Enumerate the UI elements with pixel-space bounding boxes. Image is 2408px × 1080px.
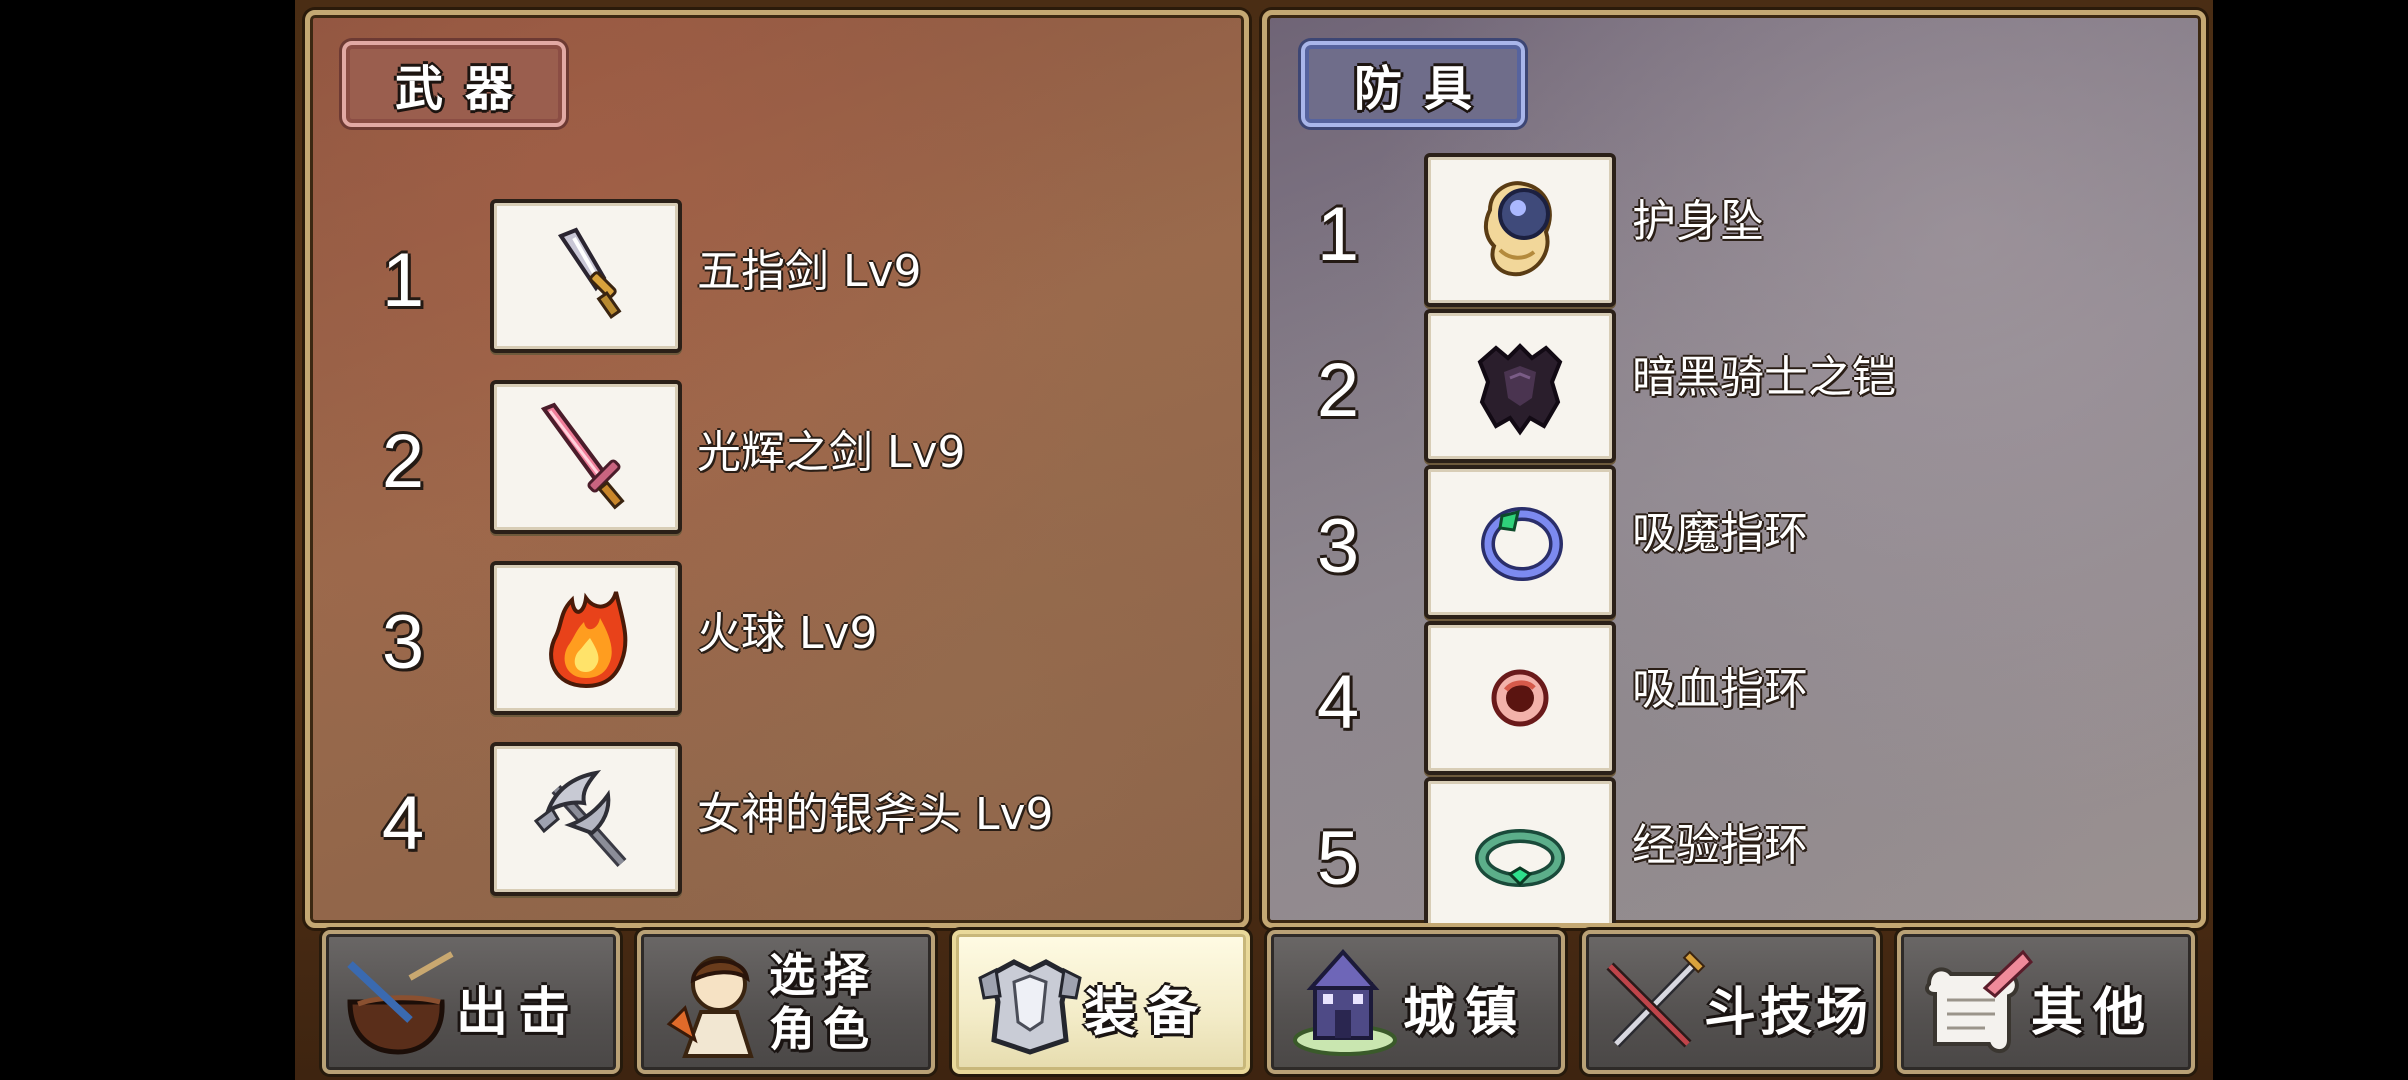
- nav-town-label: 城镇: [1403, 983, 1528, 1043]
- armor-header: 防具: [1301, 41, 1525, 127]
- weapon-index: 2: [381, 419, 425, 504]
- armor-row-5[interactable]: 5 经验指环: [1295, 777, 2175, 923]
- armor-index: 4: [1316, 660, 1360, 745]
- armor-index: 3: [1316, 504, 1360, 589]
- weapon-row-3[interactable]: 3 火球 Lv9: [360, 557, 1220, 715]
- blood-ring-icon: [1491, 669, 1549, 727]
- exp-ring-icon: [1475, 829, 1565, 887]
- weapon-row-2[interactable]: 2 光辉之剑 Lv9: [360, 376, 1220, 534]
- weapon-row-1[interactable]: 1 五指剑 Lv9: [360, 195, 1220, 353]
- armor-name: 吸血指环: [1632, 664, 1808, 715]
- nav-select-character-button[interactable]: 选择 角色: [637, 930, 935, 1074]
- armor-row-4[interactable]: 4 吸血指环: [1295, 621, 2175, 775]
- nav-equipment-label: 装备: [1084, 983, 1209, 1043]
- swords-icon: [1606, 950, 1706, 1048]
- weapon-name: 五指剑 Lv9: [697, 246, 922, 297]
- armor-slot[interactable]: [1424, 621, 1616, 775]
- armor-index: 5: [1316, 816, 1360, 901]
- weapon-slot[interactable]: [490, 199, 682, 353]
- amulet-icon: [1483, 181, 1552, 277]
- dark-armor-icon: [1477, 343, 1563, 436]
- silver-axe-icon: [533, 770, 627, 867]
- weapon-index: 1: [381, 238, 425, 323]
- armor-name: 经验指环: [1632, 820, 1808, 871]
- weapon-name: 女神的银斧头 Lv9: [697, 789, 1054, 840]
- armor-row-3[interactable]: 3 吸魔指环: [1295, 465, 2175, 619]
- nav-arena-label: 斗技场: [1704, 983, 1873, 1043]
- pot-icon: [347, 951, 454, 1055]
- nav-town-button[interactable]: 城镇: [1267, 930, 1565, 1074]
- armor-row-1[interactable]: 1 护身坠: [1295, 153, 2175, 307]
- armor-slot[interactable]: [1424, 153, 1616, 307]
- nav-equipment-button[interactable]: 装备: [952, 930, 1250, 1074]
- armor-name: 暗黑骑士之铠: [1632, 352, 1896, 403]
- nav-sortie-label: 出击: [456, 983, 581, 1043]
- weapon-slot[interactable]: [490, 742, 682, 896]
- weapon-index: 4: [381, 781, 425, 866]
- armor-slot[interactable]: [1424, 465, 1616, 619]
- armor-slot[interactable]: [1424, 777, 1616, 923]
- fireball-icon: [549, 591, 628, 689]
- armor-index: 2: [1316, 348, 1360, 433]
- armor-name: 护身坠: [1632, 196, 1764, 247]
- character-icon: [666, 956, 754, 1058]
- weapon-row-4[interactable]: 4 女神的银斧头 Lv9: [360, 738, 1220, 896]
- armor-row-2[interactable]: 2 暗黑骑士之铠: [1295, 309, 2175, 463]
- castle-icon: [1293, 948, 1397, 1056]
- weapon-name: 光辉之剑 Lv9: [697, 427, 966, 478]
- armor-index: 1: [1316, 192, 1360, 277]
- weapon-slot[interactable]: [490, 561, 682, 715]
- armor-panel: 防具 1 护身坠 2 暗黑骑士之铠 3 吸魔指环 4 吸血指环 5 经验指环: [1262, 10, 2206, 928]
- nav-select-character-label: 选择 角色: [769, 948, 877, 1056]
- magic-ring-icon: [1481, 507, 1563, 581]
- nav-other-label: 其他: [2031, 983, 2156, 1043]
- armor-slot[interactable]: [1424, 309, 1616, 463]
- weapon-name: 火球 Lv9: [697, 608, 878, 659]
- pink-sword-icon: [540, 402, 625, 510]
- weapons-panel: 武器 1 五指剑 Lv9 2 光辉之剑 Lv9 3 火球 Lv9 4 女神的银斧…: [305, 10, 1249, 928]
- nav-arena-button[interactable]: 斗技场: [1582, 930, 1880, 1074]
- nav-sortie-button[interactable]: 出击: [322, 930, 620, 1074]
- scroll-icon: [1925, 949, 2034, 1053]
- armor-icon: [978, 959, 1082, 1055]
- dagger-icon: [557, 227, 622, 319]
- nav-other-button[interactable]: 其他: [1897, 930, 2195, 1074]
- armor-name: 吸魔指环: [1632, 508, 1808, 559]
- weapons-header: 武器: [342, 41, 566, 127]
- weapon-slot[interactable]: [490, 380, 682, 534]
- weapon-index: 3: [381, 600, 425, 685]
